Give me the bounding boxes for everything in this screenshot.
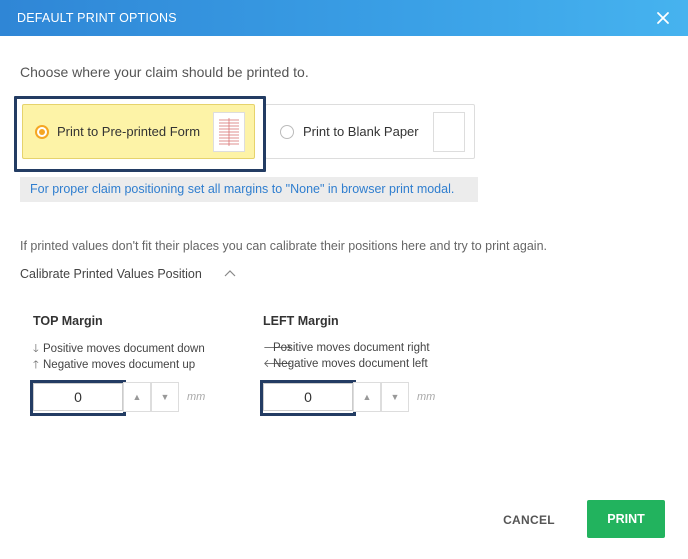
option-label-blank: Print to Blank Paper <box>303 124 419 139</box>
radio-blank-paper[interactable] <box>280 125 294 139</box>
top-margin-title: TOP Margin <box>33 314 103 328</box>
form-thumbnail-icon <box>213 112 245 152</box>
left-hint-positive-text: Positive moves document right <box>273 342 430 354</box>
info-bar: For proper claim positioning set all mar… <box>20 177 478 202</box>
dialog-header: DEFAULT PRINT OPTIONS <box>0 0 688 36</box>
arrow-right-icon: 🡒 <box>263 342 293 354</box>
arrow-up-icon: 🡑 <box>33 359 39 371</box>
print-button[interactable]: PRINT <box>587 500 665 538</box>
cancel-button[interactable]: CANCEL <box>496 506 562 534</box>
option-label-preprinted: Print to Pre-printed Form <box>57 124 201 139</box>
top-margin-increment-button[interactable]: ▲ <box>123 382 151 412</box>
dialog-subtitle: Choose where your claim should be printe… <box>20 64 309 80</box>
calibration-toggle-label: Calibrate Printed Values Position <box>20 267 202 281</box>
left-margin-increment-button[interactable]: ▲ <box>353 382 381 412</box>
radio-preprinted-form[interactable] <box>35 125 49 139</box>
blank-page-icon <box>433 112 465 152</box>
left-margin-hint-negative: 🡐Negative moves document left <box>263 356 428 370</box>
left-margin-input[interactable]: 0 <box>263 383 353 411</box>
left-margin-title: LEFT Margin <box>263 314 339 328</box>
option-preprinted-form[interactable]: Print to Pre-printed Form <box>22 104 255 159</box>
calibration-toggle[interactable]: Calibrate Printed Values Position <box>20 267 236 281</box>
chevron-up-icon <box>224 270 236 277</box>
calibration-description: If printed values don't fit their places… <box>20 239 547 253</box>
left-margin-unit: mm <box>417 391 436 403</box>
arrow-left-icon: 🡐 <box>263 358 293 370</box>
top-margin-input[interactable]: 0 <box>33 383 123 411</box>
top-margin-unit: mm <box>187 391 206 403</box>
top-margin-hint-negative: 🡑 Negative moves document up <box>33 356 195 375</box>
top-hint-negative-text: Negative moves document up <box>43 359 196 371</box>
left-hint-negative-text: Negative moves document left <box>273 358 428 370</box>
left-margin-decrement-button[interactable]: ▼ <box>381 382 409 412</box>
close-icon[interactable] <box>654 9 672 27</box>
top-margin-decrement-button[interactable]: ▼ <box>151 382 179 412</box>
dialog-title: DEFAULT PRINT OPTIONS <box>17 11 177 25</box>
left-margin-hint-positive: 🡒Positive moves document right <box>263 340 430 354</box>
option-blank-paper[interactable]: Print to Blank Paper <box>265 104 475 159</box>
top-hint-positive-text: Positive moves document down <box>43 343 205 355</box>
